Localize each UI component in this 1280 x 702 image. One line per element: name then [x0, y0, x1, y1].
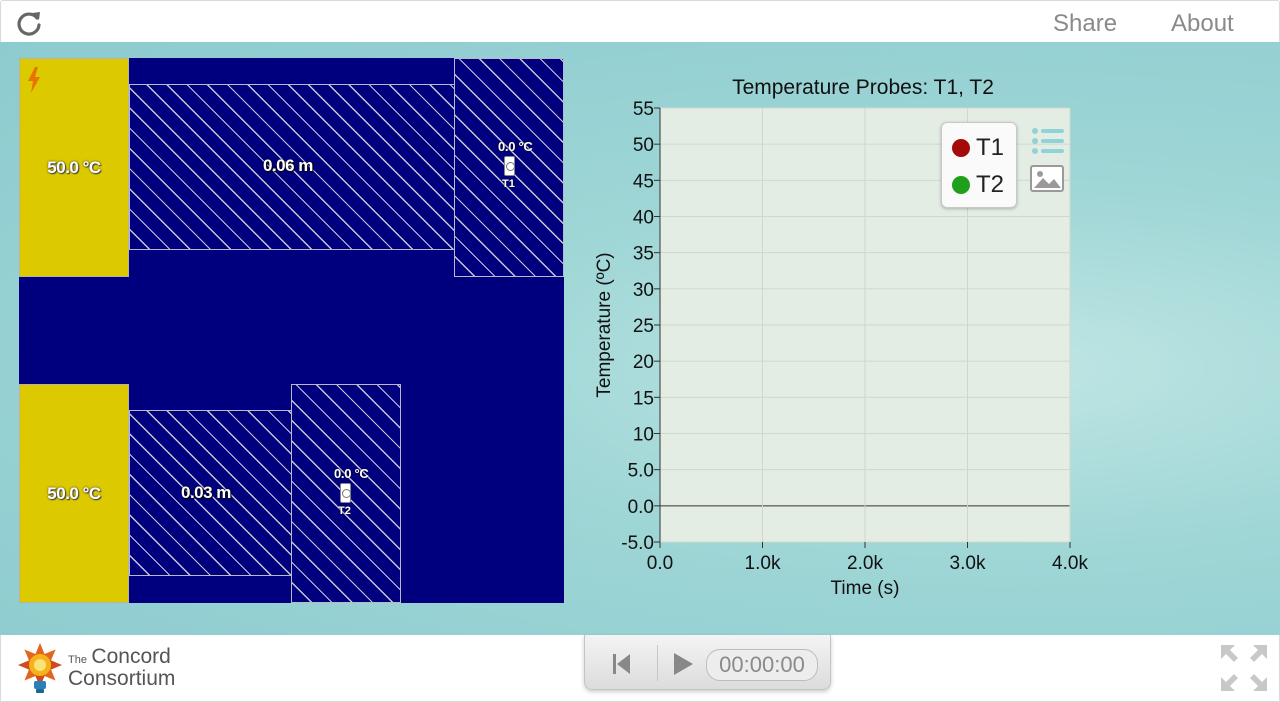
- concord-logo-text[interactable]: The Concord Consortium: [68, 645, 176, 690]
- y-axis-ticks: -5.0 0.0 5.0 10 15 20 25 30 35 40 45 50 55: [621, 99, 660, 554]
- heater-bottom-temperature: 50.0 °C: [47, 483, 101, 503]
- y-tick-label: 45: [633, 171, 654, 192]
- x-tick-label: 2.0k: [847, 553, 883, 574]
- playback-controls: 00:00:00: [584, 635, 831, 690]
- main-area: 50.0 °C 0.06 m 0.0 °C T1 50.0 °C 0.03 m …: [0, 42, 1280, 635]
- y-tick-label: 25: [633, 316, 654, 337]
- block-bottom-length: 0.03 m: [181, 483, 231, 502]
- block-top-length: 0.06 m: [263, 156, 313, 175]
- y-tick-label: 5.0: [628, 461, 654, 482]
- chart-legend[interactable]: T1 T2: [941, 122, 1017, 208]
- heater-bottom[interactable]: 50.0 °C: [19, 384, 129, 603]
- fullscreen-icon[interactable]: [1219, 643, 1269, 693]
- probe-t2[interactable]: [340, 483, 351, 503]
- simulation-canvas[interactable]: 50.0 °C 0.06 m 0.0 °C T1 50.0 °C 0.03 m …: [19, 58, 564, 603]
- legend-t1-swatch: [952, 139, 970, 157]
- chart-title: Temperature Probes: T1, T2: [732, 76, 994, 99]
- y-tick-label: 15: [633, 388, 654, 409]
- y-tick-label: 50: [633, 135, 654, 156]
- bottom-bar: The Concord Consortium 00:00:00: [0, 635, 1280, 702]
- temperature-chart[interactable]: Temperature Probes: T1, T2 -5.00.05.0101…: [586, 66, 1106, 626]
- y-tick-label: 30: [633, 280, 654, 301]
- x-axis-ticks: 0.0 1.0k 2.0k 3.0k 4.0k: [647, 542, 1088, 574]
- share-link[interactable]: Share: [1053, 10, 1117, 38]
- time-display: 00:00:00: [706, 649, 818, 681]
- y-tick-label: 10: [633, 425, 654, 446]
- heater-top-temperature: 50.0 °C: [47, 157, 101, 177]
- lightning-icon[interactable]: [26, 67, 42, 93]
- x-axis-label: Time (s): [831, 578, 900, 599]
- reload-icon[interactable]: [15, 9, 43, 37]
- about-link[interactable]: About: [1171, 10, 1234, 38]
- y-tick-label: 55: [633, 99, 654, 120]
- reset-button[interactable]: [603, 649, 639, 679]
- legend-t2-swatch: [952, 176, 970, 194]
- probe-t1-value: 0.0 °C: [498, 139, 533, 154]
- x-tick-label: 4.0k: [1052, 553, 1088, 574]
- probe-t1[interactable]: [504, 156, 515, 176]
- image-icon[interactable]: [1029, 164, 1065, 194]
- logo-the: The: [68, 654, 87, 666]
- legend-item-t1[interactable]: T1: [952, 134, 1004, 162]
- y-axis-label: Temperature (ºC): [594, 252, 615, 397]
- play-button[interactable]: [665, 649, 701, 679]
- y-tick-label: 40: [633, 208, 654, 229]
- y-tick-label: -5.0: [621, 533, 654, 554]
- logo-consortium: Consortium: [68, 667, 176, 690]
- y-tick-label: 0.0: [628, 497, 654, 518]
- probe-t1-label: T1: [502, 178, 515, 190]
- x-tick-label: 1.0k: [745, 553, 781, 574]
- x-tick-label: 3.0k: [950, 553, 986, 574]
- top-bar: Share About: [0, 0, 1280, 42]
- y-tick-label: 20: [633, 352, 654, 373]
- probe-t2-value: 0.0 °C: [334, 466, 369, 481]
- legend-item-t2[interactable]: T2: [952, 171, 1004, 199]
- legend-t2-label: T2: [976, 171, 1005, 198]
- logo-concord: Concord: [91, 645, 171, 668]
- concord-logo-icon[interactable]: [15, 641, 65, 697]
- y-tick-label: 35: [633, 244, 654, 265]
- list-icon[interactable]: [1030, 126, 1066, 156]
- probe-t2-label: T2: [338, 505, 351, 517]
- controls-divider: [657, 645, 658, 681]
- legend-t1-label: T1: [976, 134, 1005, 161]
- x-tick-label: 0.0: [647, 553, 673, 574]
